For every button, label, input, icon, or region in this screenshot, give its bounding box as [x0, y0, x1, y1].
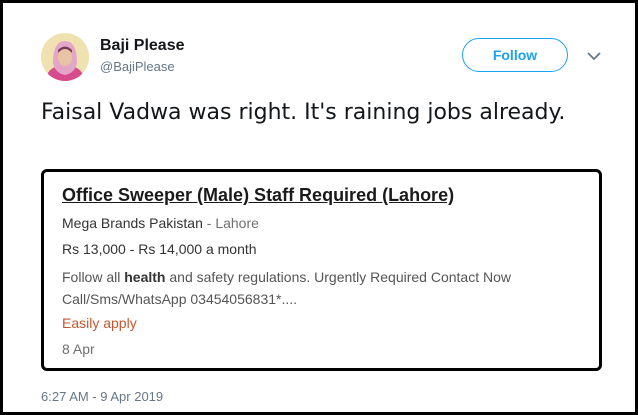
- job-card[interactable]: Office Sweeper (Male) Staff Required (La…: [41, 169, 602, 371]
- avatar[interactable]: [41, 33, 89, 81]
- job-description: Follow all health and safety regulations…: [62, 266, 582, 310]
- profile-avatar-icon: [41, 33, 89, 81]
- more-options-button[interactable]: [585, 47, 603, 65]
- author-handle[interactable]: @BajiPlease: [100, 59, 175, 74]
- job-company: Mega Brands Pakistan: [62, 215, 203, 231]
- job-post-date: 8 Apr: [62, 341, 95, 357]
- job-description-start: Follow all: [62, 269, 125, 285]
- follow-button[interactable]: Follow: [462, 38, 568, 72]
- job-location: Lahore: [215, 215, 259, 231]
- chevron-down-icon: [587, 51, 601, 60]
- author-name[interactable]: Baji Please: [100, 37, 185, 55]
- tweet-timestamp[interactable]: 6:27 AM - 9 Apr 2019: [41, 389, 163, 404]
- job-location-separator: -: [202, 215, 216, 231]
- job-title[interactable]: Office Sweeper (Male) Staff Required (La…: [62, 185, 454, 206]
- job-salary: Rs 13,000 - Rs 14,000 a month: [62, 241, 257, 257]
- easily-apply-label[interactable]: Easily apply: [62, 315, 137, 331]
- tweet-text: Faisal Vadwa was right. It's raining job…: [41, 100, 566, 125]
- job-company-line: Mega Brands Pakistan - Lahore: [62, 215, 259, 231]
- tweet-frame: Baji Please @BajiPlease Follow Faisal Va…: [0, 0, 638, 415]
- job-description-highlight: health: [124, 269, 166, 285]
- follow-button-label: Follow: [492, 47, 538, 63]
